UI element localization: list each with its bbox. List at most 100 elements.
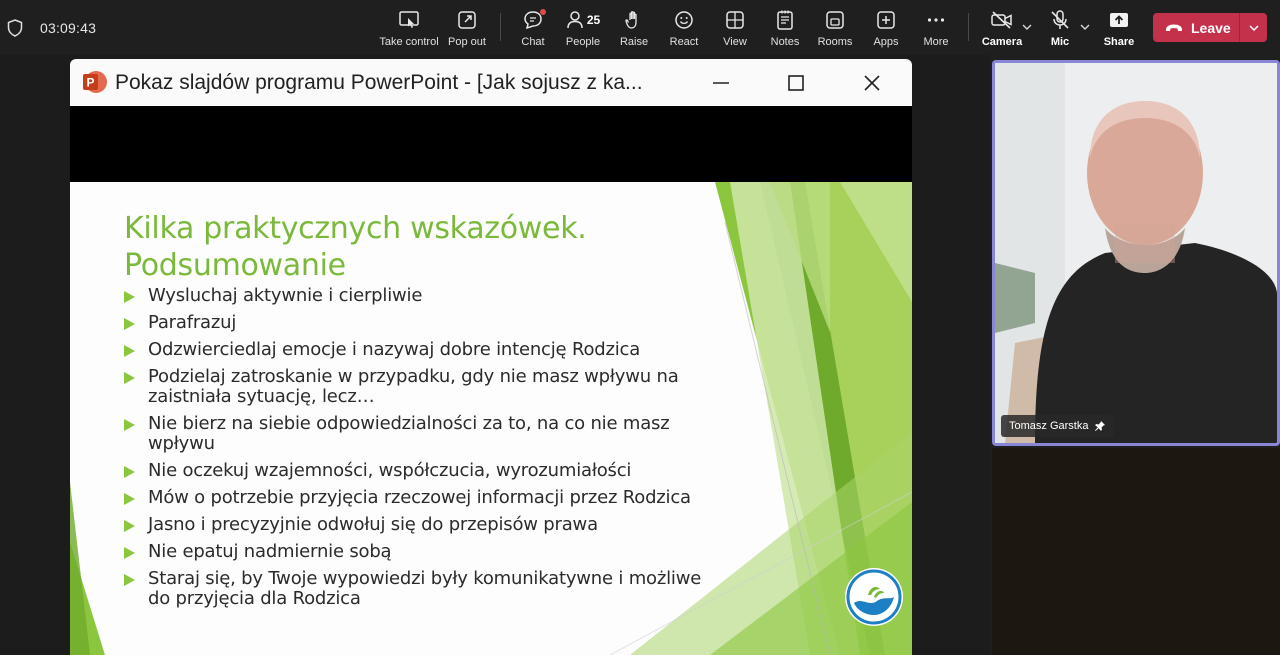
apps-label: Apps bbox=[873, 36, 899, 48]
minimize-icon bbox=[713, 82, 729, 84]
apps-button[interactable]: Apps bbox=[870, 8, 902, 50]
close-button[interactable] bbox=[857, 69, 887, 97]
bullet-arrow-icon bbox=[124, 372, 135, 384]
chat-label: Chat bbox=[521, 36, 545, 48]
pop-out-icon bbox=[458, 11, 476, 29]
raise-label: Raise bbox=[619, 36, 649, 48]
bullet-arrow-icon bbox=[124, 419, 135, 431]
camera-off-icon bbox=[991, 11, 1012, 29]
view-button[interactable]: View bbox=[719, 8, 751, 50]
chat-unread-dot bbox=[540, 9, 546, 15]
shield-icon[interactable] bbox=[7, 19, 23, 37]
bullet-item: Nie bierz na siebie odpowiedzialności za… bbox=[124, 414, 724, 454]
leave-label: Leave bbox=[1191, 19, 1231, 36]
notes-label: Notes bbox=[770, 36, 800, 48]
bullet-item: Odzwierciedlaj emocje i nazywaj dobre in… bbox=[124, 340, 724, 360]
pin-icon[interactable] bbox=[1094, 420, 1106, 432]
participant-name-tag: Tomasz Garstka bbox=[1001, 415, 1115, 437]
slide-bullet-list: Wysluchaj aktywnie i cierpliwie Parafraz… bbox=[124, 286, 724, 616]
slide-title: Kilka praktycznych wskazówek. Podsumowan… bbox=[124, 210, 587, 284]
slide-title-line-2: Podsumowanie bbox=[124, 248, 346, 283]
leave-options-button[interactable] bbox=[1240, 13, 1267, 42]
bullet-text: Nie epatuj nadmiernie sobą bbox=[148, 541, 392, 562]
people-label: People bbox=[565, 36, 601, 48]
bullet-arrow-icon bbox=[124, 291, 135, 303]
bullet-item: Nie epatuj nadmiernie sobą bbox=[124, 542, 724, 562]
bullet-text: Mów o potrzebie przyjęcia rzeczowej info… bbox=[148, 487, 691, 508]
take-control-label: Take control bbox=[379, 36, 439, 48]
camera-options-chevron-icon[interactable] bbox=[1020, 20, 1034, 34]
participant-video-feed bbox=[995, 63, 1277, 443]
more-button[interactable]: More bbox=[920, 8, 952, 50]
bullet-text: Podzielaj zatroskanie w przypadku, gdy n… bbox=[148, 366, 679, 407]
toolbar-divider bbox=[968, 13, 969, 41]
maximize-icon bbox=[788, 75, 804, 91]
meeting-toolbar: 03:09:43 Take control Pop out Chat 25 Pe… bbox=[0, 0, 1280, 55]
more-icon bbox=[927, 18, 945, 22]
leave-button[interactable]: Leave bbox=[1153, 13, 1267, 42]
bullet-text: Nie oczekuj wzajemności, współczucia, wy… bbox=[148, 460, 632, 481]
maximize-button[interactable] bbox=[781, 69, 811, 97]
share-label: Share bbox=[1103, 36, 1135, 48]
slide-title-line-1: Kilka praktycznych wskazówek. bbox=[124, 211, 587, 246]
bullet-arrow-icon bbox=[124, 318, 135, 330]
camera-label: Camera bbox=[981, 36, 1023, 48]
people-icon bbox=[567, 11, 583, 29]
leave-main[interactable]: Leave bbox=[1153, 13, 1239, 42]
presentation-slide: Kilka praktycznych wskazówek. Podsumowan… bbox=[70, 182, 912, 655]
slideshow-letterbox-bar bbox=[70, 106, 912, 182]
bullet-text: Odzwierciedlaj emocje i nazywaj dobre in… bbox=[148, 339, 641, 360]
notes-icon bbox=[777, 10, 793, 30]
view-grid-icon bbox=[726, 11, 744, 29]
people-count: 25 bbox=[586, 13, 601, 27]
raise-hand-icon bbox=[625, 11, 637, 29]
bullet-arrow-icon bbox=[124, 345, 135, 357]
bullet-text: Staraj się, by Twoje wypowiedzi były kom… bbox=[148, 568, 702, 609]
pop-out-button[interactable]: Pop out bbox=[446, 8, 488, 50]
bullet-item: Mów o potrzebie przyjęcia rzeczowej info… bbox=[124, 488, 724, 508]
mic-button[interactable]: Mic bbox=[1045, 8, 1075, 50]
bullet-arrow-icon bbox=[124, 466, 135, 478]
empty-gallery-area bbox=[992, 448, 1280, 655]
more-label: More bbox=[923, 36, 949, 48]
close-icon bbox=[864, 75, 880, 91]
react-label: React bbox=[669, 36, 699, 48]
pop-out-label: Pop out bbox=[448, 36, 486, 48]
window-title: Pokaz slajdów programu PowerPoint - [Jak… bbox=[115, 71, 643, 94]
bullet-item: Jasno i precyzyjnie odwołuj się do przep… bbox=[124, 515, 724, 535]
bullet-arrow-icon bbox=[124, 574, 135, 586]
bullet-item: Nie oczekuj wzajemności, współczucia, wy… bbox=[124, 461, 724, 481]
participant-video-tile[interactable]: Tomasz Garstka bbox=[992, 60, 1280, 446]
share-button[interactable]: Share bbox=[1102, 8, 1136, 50]
rooms-button[interactable]: Rooms bbox=[816, 8, 854, 50]
bullet-item: Staraj się, by Twoje wypowiedzi były kom… bbox=[124, 569, 724, 609]
take-control-button[interactable]: Take control bbox=[378, 8, 440, 50]
raise-hand-button[interactable]: Raise bbox=[618, 8, 650, 50]
notes-button[interactable]: Notes bbox=[768, 8, 802, 50]
take-control-icon bbox=[399, 11, 419, 28]
people-button[interactable]: 25 People bbox=[563, 8, 603, 50]
view-label: View bbox=[723, 36, 747, 48]
bullet-arrow-icon bbox=[124, 547, 135, 559]
camera-button[interactable]: Camera bbox=[982, 8, 1022, 50]
participant-name: Tomasz Garstka bbox=[1009, 420, 1089, 432]
organization-logo bbox=[845, 568, 903, 626]
mic-label: Mic bbox=[1050, 36, 1070, 48]
chevron-down-icon bbox=[1248, 24, 1259, 31]
minimize-button[interactable] bbox=[706, 69, 736, 97]
shared-powerpoint-window[interactable]: P Pokaz slajdów programu PowerPoint - [J… bbox=[70, 59, 912, 655]
chat-button[interactable]: Chat bbox=[518, 8, 548, 50]
meeting-timer: 03:09:43 bbox=[40, 20, 97, 36]
mic-options-chevron-icon[interactable] bbox=[1078, 20, 1092, 34]
window-titlebar[interactable]: P Pokaz slajdów programu PowerPoint - [J… bbox=[70, 59, 912, 106]
rooms-label: Rooms bbox=[817, 36, 853, 48]
bullet-arrow-icon bbox=[124, 520, 135, 532]
react-button[interactable]: React bbox=[668, 8, 700, 50]
share-icon bbox=[1110, 13, 1128, 27]
bullet-text: Nie bierz na siebie odpowiedzialności za… bbox=[148, 413, 670, 454]
hang-up-phone-icon bbox=[1166, 24, 1182, 31]
apps-icon bbox=[877, 11, 895, 29]
svg-text:P: P bbox=[86, 76, 94, 90]
bullet-item: Parafrazuj bbox=[124, 313, 724, 333]
toolbar-divider bbox=[500, 13, 501, 41]
